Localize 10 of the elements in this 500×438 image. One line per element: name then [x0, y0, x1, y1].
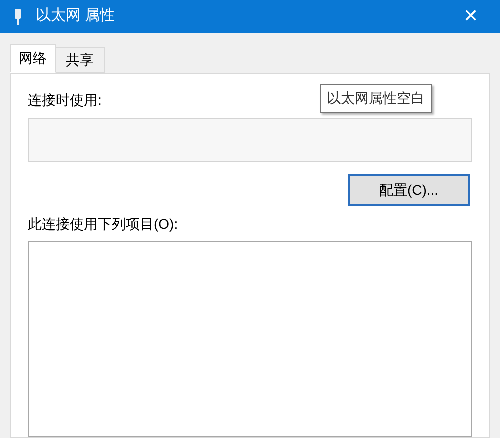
close-button[interactable]: ✕	[456, 3, 486, 30]
items-list[interactable]	[28, 241, 472, 437]
tab[interactable]: 共享	[56, 47, 105, 73]
configure-button[interactable]: 配置(C)...	[348, 174, 470, 206]
connect-using-label: 连接时使用:	[28, 91, 102, 110]
tab[interactable]: 网络	[10, 44, 56, 73]
tooltip: 以太网属性空白	[320, 84, 432, 113]
window-title: 以太网 属性	[36, 6, 116, 26]
network-adapter-icon	[14, 8, 22, 24]
items-label: 此连接使用下列项目(O):	[28, 215, 178, 234]
